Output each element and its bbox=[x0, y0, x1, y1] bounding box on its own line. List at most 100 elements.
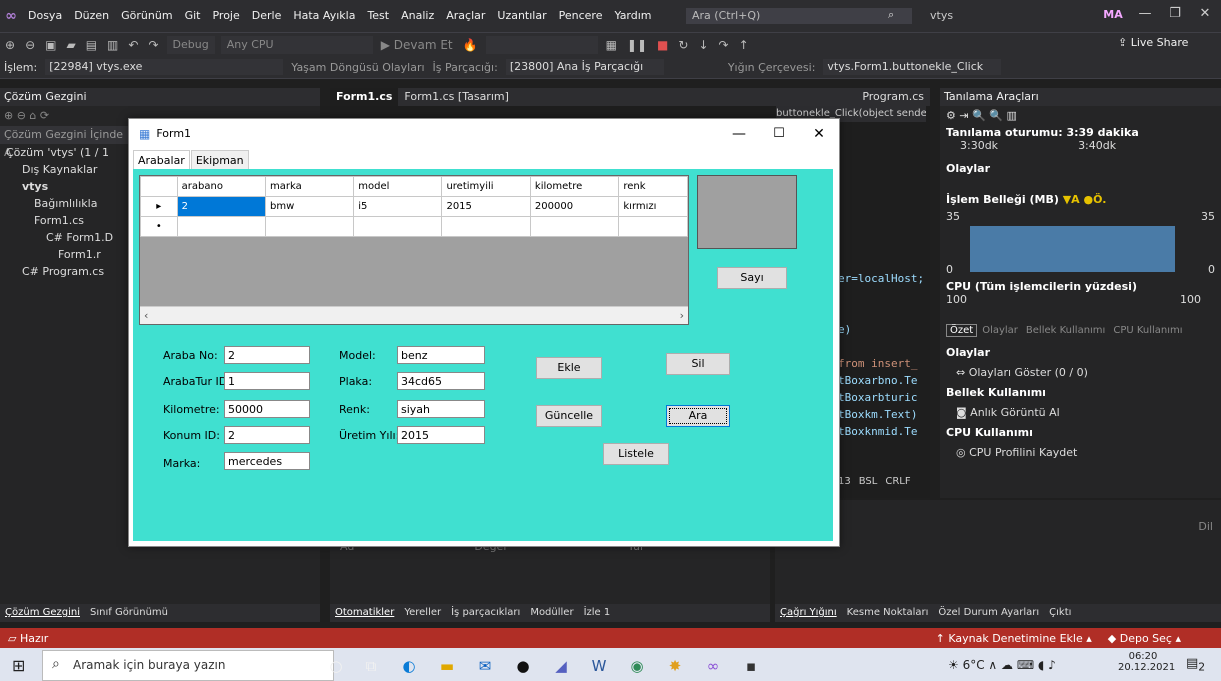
tab-locals[interactable]: Yereller bbox=[399, 604, 446, 622]
form-maximize-icon[interactable]: ☐ bbox=[759, 119, 799, 149]
menu-duzen[interactable]: Düzen bbox=[68, 0, 115, 32]
tree-item-form1-designer[interactable]: C# Form1.D bbox=[6, 229, 130, 246]
tab-program-cs[interactable]: Program.cs bbox=[856, 88, 930, 106]
car-data-grid[interactable]: arabano marka model uretimyili kilometre… bbox=[139, 175, 689, 325]
listele-button[interactable]: Listele bbox=[603, 443, 669, 465]
sil-button[interactable]: Sil bbox=[666, 353, 730, 375]
menu-proje[interactable]: Proje bbox=[206, 0, 245, 32]
hot-reload-icon[interactable]: 🔥 bbox=[458, 38, 483, 52]
take-snapshot-link[interactable]: ◙ Anlık Görüntü Al bbox=[946, 403, 1221, 423]
file-explorer-icon[interactable]: ▬ bbox=[436, 656, 458, 676]
menu-hata-ayikla[interactable]: Hata Ayıkla bbox=[287, 0, 361, 32]
konum-input[interactable]: 2 bbox=[224, 426, 310, 444]
tab-solution-explorer[interactable]: Çözüm Gezgini bbox=[0, 604, 85, 622]
grid-cell[interactable] bbox=[618, 216, 688, 237]
tab-class-view[interactable]: Sınıf Görünümü bbox=[85, 604, 173, 622]
tab-autos[interactable]: Otomatikler bbox=[330, 604, 399, 622]
add-source-control-button[interactable]: ↑ Kaynak Denetimine Ekle ▴ bbox=[936, 632, 1108, 645]
tab-exception-settings[interactable]: Özel Durum Ayarları bbox=[933, 604, 1044, 622]
new-row-selector[interactable]: • bbox=[140, 216, 178, 237]
task-view-icon[interactable]: ⧉ bbox=[360, 656, 382, 676]
tab-events[interactable]: Olaylar bbox=[979, 325, 1021, 336]
save-all-icon[interactable]: ▥ bbox=[102, 38, 123, 52]
weather-widget[interactable]: ☀ 6°C ∧ ☁ ⌨ ◖ ♪ bbox=[948, 658, 1056, 672]
form-minimize-icon[interactable]: — bbox=[719, 119, 759, 149]
redo-icon[interactable]: ↷ bbox=[143, 38, 163, 52]
step-out-icon[interactable]: ↑ bbox=[734, 38, 754, 52]
tab-modules[interactable]: Modüller bbox=[525, 604, 578, 622]
tab-memory[interactable]: Bellek Kullanımı bbox=[1023, 325, 1108, 336]
ara-button[interactable]: Ara bbox=[666, 405, 730, 427]
menu-araclar[interactable]: Araçlar bbox=[440, 0, 491, 32]
grid-col-header[interactable]: renk bbox=[618, 176, 688, 197]
edge-icon[interactable]: ◐ bbox=[398, 656, 420, 676]
notification-icon[interactable]: ▤2 bbox=[1186, 656, 1205, 674]
tab-ekipman[interactable]: Ekipman bbox=[190, 150, 249, 170]
avatar[interactable]: MA bbox=[1100, 6, 1126, 24]
maximize-icon[interactable]: ❐ bbox=[1160, 6, 1190, 21]
grid-cell[interactable] bbox=[265, 216, 355, 237]
menu-yardim[interactable]: Yardım bbox=[608, 0, 657, 32]
encoding[interactable]: BSL bbox=[859, 476, 878, 487]
ekle-button[interactable]: Ekle bbox=[536, 357, 602, 379]
form-close-icon[interactable]: ✕ bbox=[799, 119, 839, 149]
tree-item-project[interactable]: vtys bbox=[6, 178, 130, 195]
forward-icon[interactable]: ⊖ bbox=[20, 38, 40, 52]
model-input[interactable]: benz bbox=[397, 346, 485, 364]
tab-form1-design[interactable]: Form1.cs [Tasarım] bbox=[398, 88, 514, 106]
tree-item-external[interactable]: Dış Kaynaklar bbox=[6, 161, 130, 178]
step-over-icon[interactable]: ↷ bbox=[714, 38, 734, 52]
menu-analiz[interactable]: Analiz bbox=[395, 0, 440, 32]
tree-item-solution[interactable]: Çözüm 'vtys' (1 / 1 bbox=[6, 144, 130, 161]
chrome-icon[interactable]: ◉ bbox=[626, 656, 648, 676]
grid-horizontal-scrollbar[interactable]: ‹ › bbox=[140, 306, 688, 324]
grid-cell[interactable]: 2 bbox=[176, 196, 267, 217]
menu-dosya[interactable]: Dosya bbox=[22, 0, 68, 32]
tab-arabalar[interactable]: Arabalar bbox=[133, 150, 190, 170]
config-select[interactable]: Debug bbox=[166, 36, 215, 54]
record-cpu-link[interactable]: ◎ CPU Profilini Kaydet bbox=[946, 443, 1221, 463]
app2-icon[interactable]: ◢ bbox=[550, 656, 572, 676]
marka-input[interactable]: mercedes bbox=[224, 452, 310, 470]
arabano-input[interactable]: 2 bbox=[224, 346, 310, 364]
open-icon[interactable]: ▰ bbox=[61, 38, 80, 52]
tree-item-program[interactable]: C# Program.cs bbox=[6, 263, 130, 280]
mail-icon[interactable]: ✉ bbox=[474, 656, 496, 676]
thread-select[interactable]: [23800] Ana İş Parçacığı bbox=[505, 59, 664, 75]
grid-col-header[interactable]: kilometre bbox=[529, 176, 620, 197]
visual-studio-taskbar-icon[interactable]: ∞ bbox=[702, 656, 724, 676]
word-icon[interactable]: W bbox=[588, 656, 610, 676]
search-icon[interactable]: ⌕ bbox=[888, 8, 894, 22]
yil-input[interactable]: 2015 bbox=[397, 426, 485, 444]
target-select[interactable] bbox=[485, 36, 598, 54]
back-icon[interactable]: ⊕ bbox=[0, 38, 20, 52]
grid-cell[interactable] bbox=[441, 216, 531, 237]
select-repo-button[interactable]: ◆ Depo Seç ▴ bbox=[1108, 632, 1221, 645]
grid-cell[interactable]: 200000 bbox=[529, 196, 620, 217]
tree-item-dependencies[interactable]: Bağımlılıkla bbox=[6, 195, 130, 212]
menu-git[interactable]: Git bbox=[179, 0, 207, 32]
grid-col-header[interactable]: model bbox=[353, 176, 443, 197]
menu-gorunum[interactable]: Görünüm bbox=[115, 0, 178, 32]
clock[interactable]: 06:20 20.12.2021 bbox=[1118, 651, 1175, 673]
grid-cell[interactable]: 2015 bbox=[441, 196, 531, 217]
km-input[interactable]: 50000 bbox=[224, 400, 310, 418]
guncelle-button[interactable]: Güncelle bbox=[536, 405, 602, 427]
scroll-right-icon[interactable]: › bbox=[680, 309, 688, 322]
taskbar-search-input[interactable]: Aramak için buraya yazın bbox=[42, 650, 334, 681]
stop-icon[interactable]: ■ bbox=[652, 38, 673, 52]
menu-test[interactable]: Test bbox=[361, 0, 395, 32]
tab-call-stack[interactable]: Çağrı Yığını bbox=[775, 604, 842, 622]
line-ending[interactable]: CRLF bbox=[885, 476, 910, 487]
renk-input[interactable]: siyah bbox=[397, 400, 485, 418]
tab-watch[interactable]: İzle 1 bbox=[579, 604, 616, 622]
diag-toggle-icon[interactable]: ▦ bbox=[601, 38, 622, 52]
tree-item-form1[interactable]: Form1.cs bbox=[6, 212, 130, 229]
grid-cell[interactable]: bmw bbox=[265, 196, 355, 217]
save-icon[interactable]: ▤ bbox=[81, 38, 102, 52]
vs-search-input[interactable]: Ara (Ctrl+Q) bbox=[686, 8, 912, 24]
grid-cell[interactable] bbox=[176, 216, 267, 237]
solution-search-input[interactable]: Çözüm Gezgini İçinde A bbox=[0, 126, 128, 159]
platform-select[interactable]: Any CPU bbox=[220, 36, 373, 54]
close-icon[interactable]: ✕ bbox=[1190, 6, 1220, 21]
